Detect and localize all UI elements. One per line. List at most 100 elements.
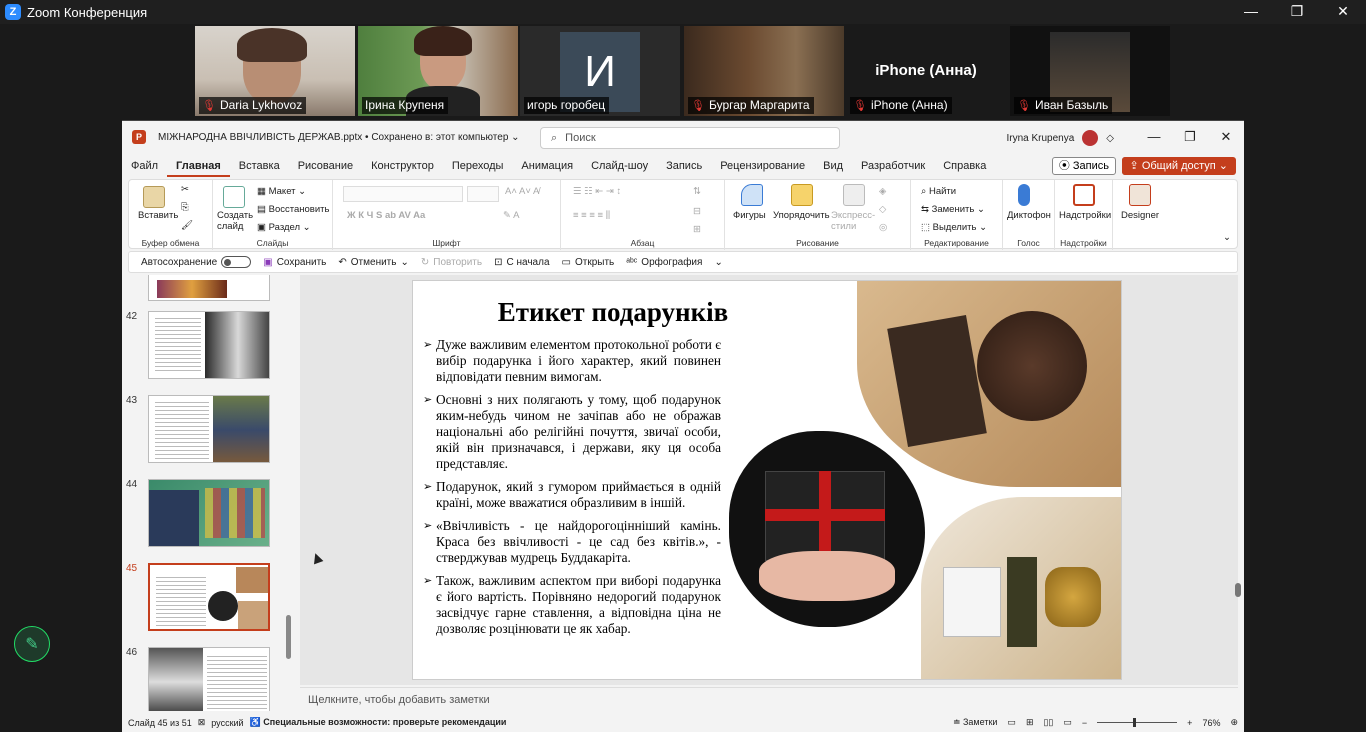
user-account[interactable]: Iryna Krupenya ◇ [1006, 130, 1114, 146]
find-button[interactable]: ⌕ Найти [921, 186, 956, 197]
new-slide-button[interactable]: Создать слайд [217, 210, 257, 232]
shapes-icon[interactable] [741, 184, 763, 206]
slide-sorter-icon[interactable]: ⊞ [1026, 717, 1034, 728]
tab-view[interactable]: Вид [814, 155, 852, 177]
microphone-icon[interactable] [1018, 184, 1030, 206]
open-button[interactable]: ▭ Открыть [562, 257, 615, 268]
spellcheck-icon[interactable]: ⊠ [198, 717, 206, 728]
redo-button[interactable]: ↻ Повторить [421, 257, 482, 268]
participant-tile[interactable]: 🎙︎ Daria Lykhovoz [195, 26, 355, 116]
reset-button[interactable]: ▤ Восстановить [257, 204, 329, 215]
tab-draw[interactable]: Рисование [289, 155, 362, 177]
replace-button[interactable]: ⇆ Заменить ⌄ [921, 204, 985, 215]
notes-toggle[interactable]: ≐ Заметки [953, 717, 997, 728]
slide-thumbnail[interactable] [148, 395, 270, 463]
customize-qat-icon[interactable]: ⌄ [714, 257, 722, 268]
minimize-button[interactable]: — [1228, 0, 1274, 24]
shapes-button[interactable]: Фигуры [733, 210, 766, 221]
thumbnails-scrollbar[interactable] [286, 615, 291, 659]
section-button[interactable]: ▣ Раздел ⌄ [257, 222, 311, 233]
document-title[interactable]: МІЖНАРОДНА ВВІЧЛИВІСТЬ ДЕРЖАВ.pptx • Сох… [158, 132, 520, 143]
restore-button[interactable]: ❐ [1274, 0, 1320, 24]
zoom-slider[interactable] [1097, 718, 1178, 727]
tab-slideshow[interactable]: Слайд-шоу [582, 155, 657, 177]
slide-thumbnail[interactable] [148, 647, 270, 711]
search-input[interactable]: ⌕ Поиск [540, 127, 840, 149]
tab-transitions[interactable]: Переходы [443, 155, 513, 177]
language-indicator[interactable]: русский [211, 718, 243, 728]
save-button[interactable]: ▣ Сохранить [263, 257, 326, 268]
addins-icon[interactable] [1073, 184, 1095, 206]
paste-button[interactable]: Вставить [138, 210, 178, 221]
effects-icon[interactable]: ◎ [879, 222, 887, 233]
collapse-ribbon-icon[interactable]: ⌄ [1223, 232, 1231, 243]
outline-icon[interactable]: ◇ [879, 204, 886, 215]
slideshow-view-icon[interactable]: ▭ [1063, 717, 1072, 728]
autosave-toggle[interactable]: Автосохранение [141, 256, 252, 268]
fit-slide-icon[interactable]: ⊕ [1230, 717, 1238, 728]
zoom-in-icon[interactable]: + [1187, 718, 1192, 728]
font-size-field[interactable] [467, 186, 499, 202]
tab-animations[interactable]: Анимация [512, 155, 582, 177]
addins-button[interactable]: Надстройки [1059, 210, 1111, 221]
notes-pane[interactable]: Щелкните, чтобы добавить заметки [300, 687, 1238, 711]
tab-file[interactable]: Файл [122, 155, 167, 177]
close-button[interactable]: ✕ [1208, 121, 1244, 153]
participant-tile-active[interactable]: Ірина Крупеня [358, 26, 518, 116]
fill-icon[interactable]: ◈ [879, 186, 886, 197]
arrange-icon[interactable] [791, 184, 813, 206]
cut-icon[interactable]: ✂ [181, 184, 189, 195]
slide-body[interactable]: Дуже важливим елементом протокольної роб… [423, 337, 721, 644]
designer-button[interactable]: Designer [1121, 210, 1159, 221]
from-start-button[interactable]: ⊡ С начала [494, 257, 549, 268]
current-slide[interactable]: Етикет подарунків Дуже важливим елементо… [412, 280, 1122, 680]
copy-icon[interactable]: ⎘ [181, 202, 189, 213]
format-painter-icon[interactable]: 🖌︎ [181, 220, 193, 231]
arrange-button[interactable]: Упорядочить [773, 210, 830, 221]
slide-scrollbar[interactable] [1234, 275, 1242, 685]
participant-tile[interactable]: 🎙︎ Бургар Маргарита [684, 26, 844, 116]
quick-styles-icon[interactable] [843, 184, 865, 206]
dictate-button[interactable]: Диктофон [1007, 210, 1051, 221]
annotate-pen-icon[interactable]: ✎ [14, 626, 50, 662]
share-button[interactable]: ⇪ Общий доступ ⌄ [1121, 157, 1236, 175]
participant-tile[interactable]: И игорь горобец [520, 26, 680, 116]
tab-insert[interactable]: Вставка [230, 155, 289, 177]
tab-review[interactable]: Рецензирование [711, 155, 814, 177]
font-name-field[interactable] [343, 186, 463, 202]
participant-tile[interactable]: 🎙︎ Иван Базыль [1010, 26, 1170, 116]
smartart-icon[interactable]: ⊞ [693, 224, 701, 235]
quick-styles-button[interactable]: Экспресс-стили [831, 210, 875, 232]
minimize-button[interactable]: — [1136, 121, 1172, 153]
spelling-button[interactable]: ᵃᵇᶜ Орфография [626, 257, 702, 268]
layout-button[interactable]: ▦ Макет ⌄ [257, 186, 306, 197]
accessibility-status[interactable]: ♿ Специальные возможности: проверьте рек… [250, 717, 507, 728]
participant-tile[interactable]: iPhone (Анна) 🎙︎ iPhone (Анна) [846, 26, 1006, 116]
slide-thumbnail-selected[interactable] [148, 563, 270, 631]
zoom-out-icon[interactable]: − [1082, 718, 1087, 728]
new-slide-icon[interactable] [223, 186, 245, 208]
tab-developer[interactable]: Разработчик [852, 155, 934, 177]
tab-design[interactable]: Конструктор [362, 155, 443, 177]
select-button[interactable]: ⬚ Выделить ⌄ [921, 222, 987, 233]
tab-record[interactable]: Запись [657, 155, 711, 177]
undo-button[interactable]: ↶ Отменить ⌄ [338, 257, 408, 268]
tab-help[interactable]: Справка [934, 155, 995, 177]
normal-view-icon[interactable]: ▭ [1007, 717, 1016, 728]
record-button[interactable]: ⦿ Запись [1051, 157, 1116, 175]
restore-button[interactable]: ❐ [1172, 121, 1208, 153]
text-direction-icon[interactable]: ⇅ [693, 186, 701, 197]
slide-title[interactable]: Етикет подарунків [473, 297, 753, 328]
font-format-icons[interactable]: Ж К Ч S ab AV Aa [347, 210, 425, 221]
zoom-level[interactable]: 76% [1202, 718, 1220, 728]
align-text-icon[interactable]: ⊟ [693, 206, 701, 217]
list-icons[interactable]: ☰ ☷ ⇤ ⇥ ↕ [573, 186, 621, 197]
highlight-color-icon[interactable]: ✎ A [503, 210, 519, 221]
paste-icon[interactable] [143, 186, 165, 208]
close-button[interactable]: ✕ [1320, 0, 1366, 24]
reading-view-icon[interactable]: ▯▯ [1043, 717, 1053, 728]
tab-home[interactable]: Главная [167, 155, 230, 177]
align-icons[interactable]: ≡ ≡ ≡ ≡ ⫼ [573, 210, 610, 221]
diamond-icon[interactable]: ◇ [1106, 133, 1114, 144]
slide-thumbnail[interactable] [148, 275, 270, 301]
